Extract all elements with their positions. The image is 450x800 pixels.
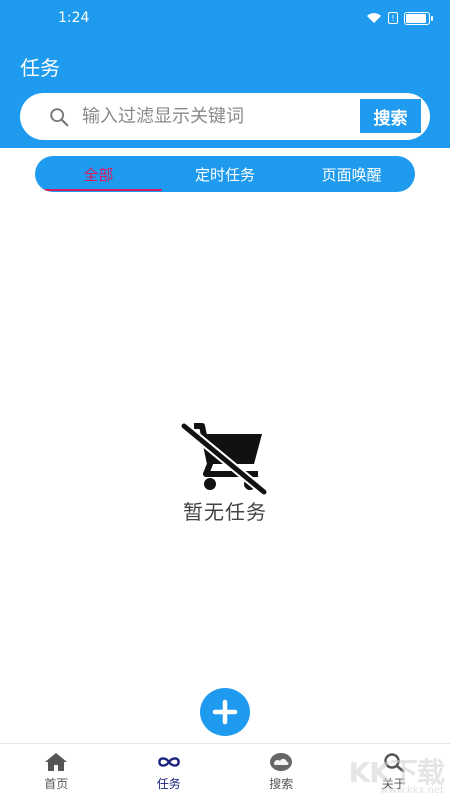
tab-bar: 全部 定时任务 页面唤醒: [35, 156, 415, 192]
status-time: 1:24: [58, 10, 90, 26]
search-box: 搜索: [20, 93, 430, 140]
tab-page-wake[interactable]: 页面唤醒: [288, 156, 415, 192]
home-icon: [45, 753, 68, 771]
cloud-icon: [270, 753, 293, 771]
nav-tasks[interactable]: 任务: [113, 744, 226, 800]
watermark: KK下载 www.kkx.net: [349, 751, 445, 796]
nav-home-label: 首页: [44, 777, 69, 791]
empty-state-text: 暂无任务: [183, 500, 267, 524]
tab-all[interactable]: 全部: [35, 156, 162, 192]
search-button[interactable]: 搜索: [360, 99, 421, 133]
app-bar: 任务 搜索: [0, 36, 450, 148]
empty-cart-icon: [181, 422, 267, 496]
tab-scheduled[interactable]: 定时任务: [162, 156, 289, 192]
status-bar: 1:24 !: [0, 0, 450, 36]
nav-home[interactable]: 首页: [0, 744, 113, 800]
page-title: 任务: [20, 56, 60, 80]
nav-tasks-label: 任务: [156, 777, 181, 791]
nav-search-label: 搜索: [269, 777, 294, 791]
infinity-icon: [157, 757, 180, 767]
vibrate-icon: !: [388, 12, 398, 24]
battery-icon: [404, 11, 433, 25]
plus-icon: [212, 699, 238, 725]
status-icons: !: [366, 11, 433, 25]
search-icon: [50, 107, 69, 126]
nav-search[interactable]: 搜索: [225, 744, 338, 800]
add-task-button[interactable]: [200, 688, 250, 736]
empty-state: 暂无任务: [0, 420, 450, 525]
watermark-url: www.kkx.net: [380, 785, 444, 796]
wifi-icon: [367, 13, 381, 23]
